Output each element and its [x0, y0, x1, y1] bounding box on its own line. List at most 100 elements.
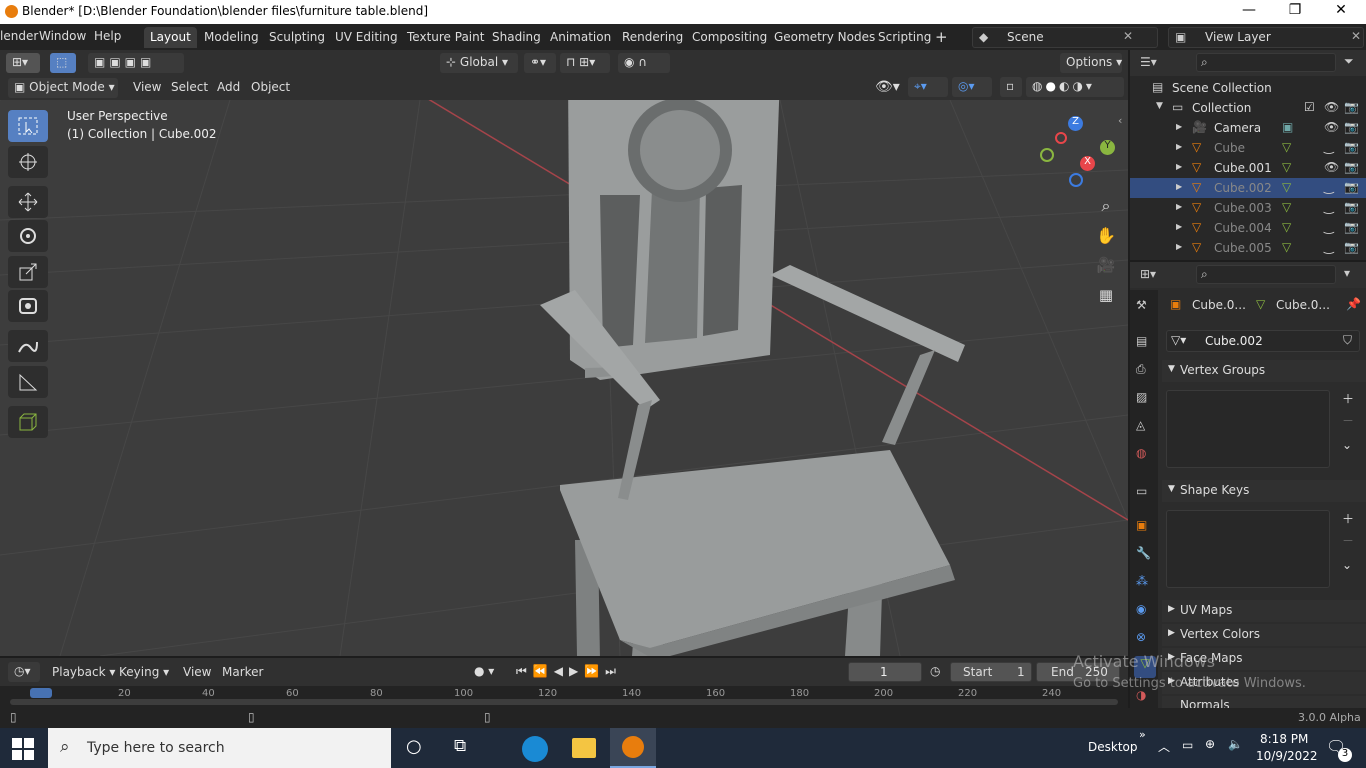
- filter-icon[interactable]: ⏷: [1344, 54, 1354, 69]
- xray-icon[interactable]: ▫: [1000, 77, 1022, 97]
- tab-geometry-nodes[interactable]: Geometry Nodes: [768, 27, 881, 48]
- add-vertex-group-icon[interactable]: ＋: [1342, 390, 1354, 407]
- add-workspace-icon[interactable]: +: [935, 28, 948, 46]
- gizmo-neg-z[interactable]: [1069, 173, 1083, 187]
- proportional-edit-icon[interactable]: ◉ ∩: [618, 53, 670, 73]
- render-camera-icon[interactable]: 📷: [1344, 180, 1359, 194]
- desktop-toolbar-label[interactable]: Desktop: [1088, 740, 1138, 754]
- eye-closed-icon[interactable]: ‿: [1324, 140, 1334, 154]
- sidebar-toggle-icon[interactable]: ‹: [1118, 114, 1122, 127]
- file-explorer-icon[interactable]: [572, 738, 596, 758]
- shape-key-menu-icon[interactable]: ⌄: [1342, 558, 1352, 572]
- gizmo-z-axis[interactable]: Z: [1068, 116, 1083, 131]
- timeline-scrollbar[interactable]: [10, 699, 1118, 705]
- eye-closed-icon[interactable]: ‿: [1324, 240, 1334, 254]
- panel-vertex-groups[interactable]: ▼ Vertex Groups: [1162, 360, 1366, 382]
- battery-icon[interactable]: ▭: [1182, 738, 1193, 752]
- tab-scripting[interactable]: Scripting: [872, 27, 937, 48]
- transform-tool-icon[interactable]: [8, 290, 48, 322]
- tab-modeling[interactable]: Modeling: [198, 27, 265, 48]
- vertex-group-menu-icon[interactable]: ⌄: [1342, 438, 1352, 452]
- menu-playback[interactable]: Playback ▾: [52, 665, 115, 679]
- tab-texture-paint[interactable]: Texture Paint: [401, 27, 490, 48]
- collection-tab-icon[interactable]: ▭: [1136, 484, 1147, 498]
- tab-uv-editing[interactable]: UV Editing: [329, 27, 404, 48]
- eye-closed-icon[interactable]: ‿: [1324, 200, 1334, 214]
- scale-tool-icon[interactable]: [8, 256, 48, 288]
- close-button[interactable]: ✕: [1318, 2, 1364, 22]
- preview-range-clock-icon[interactable]: ◷: [930, 664, 940, 678]
- shading-mode-icons[interactable]: ◍●◐◑▾: [1026, 77, 1124, 97]
- windows-start-icon[interactable]: [12, 738, 34, 760]
- visibility-icon[interactable]: 👁▾: [875, 79, 900, 95]
- render-camera-icon[interactable]: 📷: [1344, 160, 1359, 174]
- gizmo-y-axis[interactable]: Y: [1100, 140, 1115, 155]
- panel-vertex-colors[interactable]: ▶ Vertex Colors: [1162, 624, 1366, 646]
- eye-icon[interactable]: 👁: [1324, 100, 1339, 114]
- properties-editor-icon[interactable]: ⊞▾: [1140, 267, 1156, 281]
- object-tab-icon[interactable]: ▣: [1136, 518, 1147, 532]
- add-shape-key-icon[interactable]: ＋: [1342, 510, 1354, 527]
- remove-shape-key-icon[interactable]: －: [1342, 532, 1354, 549]
- playback-controls-icons[interactable]: ⏮⏪◀▶⏩⏭: [516, 664, 622, 679]
- chair-model[interactable]: [540, 100, 965, 656]
- record-icon[interactable]: ● ▾: [474, 664, 494, 678]
- zoom-icon[interactable]: ⌕: [1094, 196, 1118, 220]
- outliner-item[interactable]: ▶ ▽ Cube.002 ▽ ‿ 📷: [1130, 178, 1366, 198]
- view-layer-close-icon[interactable]: ✕: [1351, 29, 1361, 43]
- output-tab-icon[interactable]: ⎙: [1136, 362, 1146, 377]
- properties-search-input[interactable]: ⌕: [1196, 265, 1336, 284]
- view-layer-tab-icon[interactable]: ▨: [1136, 390, 1147, 404]
- mesh-name-field[interactable]: ▽▾ Cube.002 ⛉: [1166, 330, 1360, 352]
- eye-icon[interactable]: 👁: [1324, 120, 1339, 134]
- world-tab-icon[interactable]: ◍: [1136, 446, 1146, 460]
- expand-arrow-icon[interactable]: ▶: [1176, 222, 1182, 231]
- 3d-viewport[interactable]: User Perspective (1) Collection | Cube.0…: [0, 100, 1128, 656]
- checkbox-icon[interactable]: ☑: [1304, 100, 1315, 114]
- pin-icon[interactable]: 📌: [1346, 297, 1361, 311]
- outliner-scene-collection[interactable]: ▤ Scene Collection: [1130, 78, 1366, 98]
- scene-close-icon[interactable]: ✕: [1123, 29, 1133, 43]
- measure-tool-icon[interactable]: [8, 366, 48, 398]
- render-camera-icon[interactable]: 📷: [1344, 200, 1359, 214]
- start-frame-field[interactable]: Start 1: [950, 662, 1032, 682]
- menu-blender[interactable]: lender: [0, 29, 38, 43]
- gizmo-neg-y[interactable]: [1040, 148, 1054, 162]
- outliner-item[interactable]: ▶ ▽ Cube.001 ▽ 👁 📷: [1130, 158, 1366, 178]
- outliner-item[interactable]: ▶ ▽ Cube ▽ ‿ 📷: [1130, 138, 1366, 158]
- pan-hand-icon[interactable]: ✋: [1094, 226, 1118, 250]
- menu-window[interactable]: Window: [39, 29, 86, 43]
- transform-orientation[interactable]: ⊹ Global ▾: [440, 53, 518, 73]
- scene-tab-icon[interactable]: ◬: [1136, 418, 1145, 432]
- render-tab-icon[interactable]: ▤: [1136, 334, 1147, 348]
- remove-vertex-group-icon[interactable]: －: [1342, 412, 1354, 429]
- eye-closed-icon[interactable]: ‿: [1324, 180, 1334, 194]
- outliner-item[interactable]: ▶ ▽ Cube.005 ▽ ‿ 📷: [1130, 238, 1366, 258]
- expand-arrow-icon[interactable]: ▼: [1156, 101, 1163, 111]
- annotate-tool-icon[interactable]: [8, 330, 48, 362]
- toolbar-overflow-icon[interactable]: »: [1139, 728, 1146, 741]
- render-camera-icon[interactable]: 📷: [1344, 140, 1359, 154]
- tab-rendering[interactable]: Rendering: [616, 27, 689, 48]
- eye-icon[interactable]: 👁: [1324, 160, 1339, 174]
- overlay-toggle-icon[interactable]: ◎▾: [952, 77, 992, 97]
- clock-date[interactable]: 10/9/2022: [1256, 749, 1318, 763]
- outliner-search-input[interactable]: ⌕: [1196, 53, 1336, 72]
- tab-layout[interactable]: Layout: [144, 27, 197, 48]
- expand-arrow-icon[interactable]: ▶: [1176, 242, 1182, 251]
- cursor-tool-icon[interactable]: [8, 146, 48, 178]
- menu-view[interactable]: View: [133, 80, 161, 94]
- timeline-area[interactable]: 020406080100120140160180200220240: [0, 686, 1128, 708]
- eye-closed-icon[interactable]: ‿: [1324, 220, 1334, 234]
- render-camera-icon[interactable]: 📷: [1344, 120, 1359, 134]
- taskbar-search-input[interactable]: ⌕ Type here to search: [48, 728, 391, 768]
- pivot-icon[interactable]: ⚭▾: [524, 53, 556, 73]
- taskbar-blender-button[interactable]: [610, 728, 656, 768]
- gizmo-x-axis[interactable]: X: [1080, 156, 1095, 171]
- scene-selector[interactable]: ◆ Scene ✕: [972, 27, 1158, 48]
- vertex-groups-list[interactable]: [1166, 390, 1330, 468]
- particles-tab-icon[interactable]: ⁂: [1136, 574, 1148, 588]
- maximize-button[interactable]: ❐: [1272, 2, 1318, 22]
- view-layer-selector[interactable]: ▣ View Layer ✕: [1168, 27, 1364, 48]
- outliner-item[interactable]: ▶ ▽ Cube.004 ▽ ‿ 📷: [1130, 218, 1366, 238]
